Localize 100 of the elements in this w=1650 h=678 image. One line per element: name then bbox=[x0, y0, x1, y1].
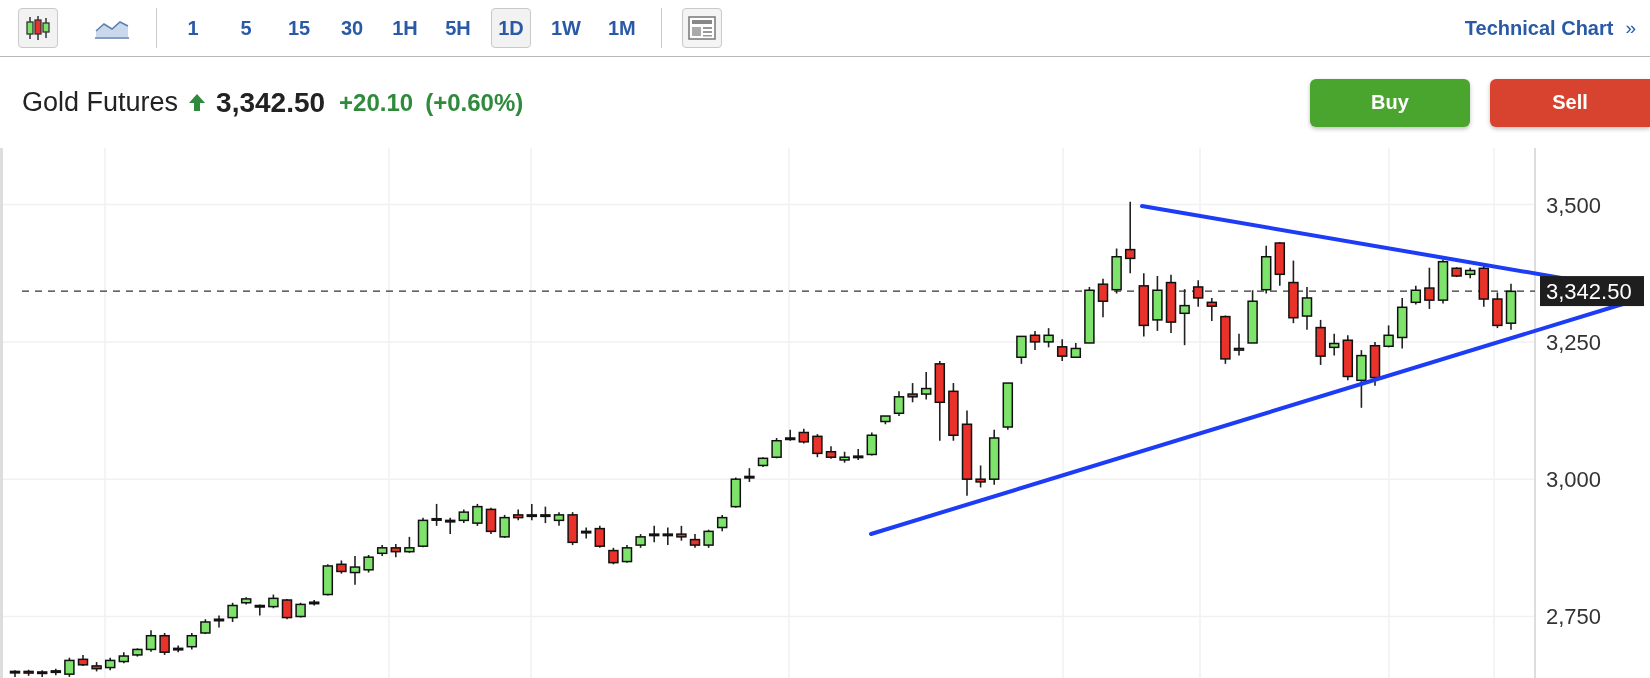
candlestick bbox=[91, 661, 102, 673]
candlestick bbox=[472, 503, 483, 527]
candlestick bbox=[1029, 330, 1041, 351]
candlestick bbox=[866, 431, 878, 457]
candlestick bbox=[975, 464, 986, 489]
candlestick bbox=[540, 505, 551, 524]
price-change: +20.10 bbox=[339, 88, 414, 117]
candlestick bbox=[1206, 297, 1218, 322]
candlestick bbox=[444, 516, 456, 535]
candlestick bbox=[404, 536, 415, 554]
candlestick bbox=[9, 669, 21, 678]
candlestick bbox=[1274, 241, 1286, 287]
candlestick bbox=[1369, 341, 1381, 387]
up-arrow-icon bbox=[188, 92, 207, 113]
candlestick bbox=[77, 654, 89, 667]
candlestick bbox=[485, 506, 497, 535]
candlestick bbox=[240, 596, 252, 606]
candlestick bbox=[798, 427, 810, 445]
candlestick bbox=[349, 555, 361, 586]
candlestick bbox=[988, 428, 1000, 486]
candlestick bbox=[1396, 297, 1408, 350]
candlestick bbox=[839, 450, 850, 464]
candlestick bbox=[322, 563, 334, 597]
candlestick bbox=[1301, 286, 1313, 331]
candlestick bbox=[431, 503, 442, 527]
price-tag: 3,342.50 bbox=[1540, 276, 1644, 307]
candlestick bbox=[1505, 282, 1517, 331]
candlestick bbox=[64, 656, 75, 678]
candlestick bbox=[716, 514, 728, 533]
candlestick bbox=[376, 544, 388, 557]
candlestick bbox=[254, 603, 266, 617]
candlestick bbox=[1247, 289, 1258, 344]
candlestick bbox=[295, 601, 306, 619]
candlestick bbox=[390, 543, 402, 558]
candlestick bbox=[703, 528, 714, 549]
candlestick bbox=[757, 456, 769, 468]
candlestick bbox=[1288, 259, 1299, 324]
candlestick bbox=[36, 669, 48, 678]
candlestick bbox=[268, 593, 279, 610]
candlestick bbox=[1043, 327, 1054, 349]
candlestick bbox=[104, 656, 116, 672]
candlestick bbox=[1328, 332, 1340, 357]
instrument-name: Gold Futures bbox=[22, 87, 179, 118]
candlestick bbox=[812, 433, 823, 458]
candlestick bbox=[744, 467, 755, 483]
candlestick bbox=[1437, 258, 1449, 305]
candlestick bbox=[512, 508, 524, 522]
axis-label: 3,000 bbox=[1546, 467, 1602, 493]
percent-change: (+0.60%) bbox=[425, 88, 524, 117]
layout-button[interactable] bbox=[681, 8, 722, 48]
candlestick bbox=[363, 554, 374, 574]
candlestick-icon bbox=[25, 14, 51, 42]
candlestick bbox=[1179, 288, 1190, 346]
candlestick bbox=[920, 371, 932, 401]
candlestick bbox=[227, 601, 238, 623]
candlestick bbox=[1356, 349, 1367, 409]
candlestick bbox=[1192, 279, 1204, 308]
candlestick bbox=[662, 526, 674, 546]
candlestick bbox=[1220, 314, 1231, 365]
candlestick bbox=[23, 668, 34, 677]
candlestick bbox=[1016, 335, 1027, 365]
candlestick bbox=[1233, 332, 1245, 357]
candlestick bbox=[594, 525, 606, 549]
chart-type-button[interactable] bbox=[18, 8, 58, 48]
candlestick bbox=[1056, 338, 1068, 362]
sell-button[interactable]: Sell bbox=[1490, 78, 1650, 127]
candlestick bbox=[172, 644, 184, 653]
layout-icon bbox=[687, 16, 716, 40]
candlestick bbox=[458, 508, 470, 524]
technical-chart-link[interactable]: Technical Chart » bbox=[1464, 16, 1636, 40]
axis-label: 2,750 bbox=[1546, 604, 1602, 630]
interval-tab[interactable]: 1D bbox=[491, 8, 531, 48]
candlestick bbox=[159, 632, 170, 656]
axis-label: 3,250 bbox=[1546, 329, 1602, 355]
candlestick bbox=[1342, 334, 1354, 382]
candlestick bbox=[1464, 266, 1476, 279]
candlestick bbox=[526, 503, 538, 522]
axis-label: 3,500 bbox=[1546, 192, 1602, 218]
candlestick bbox=[771, 437, 782, 460]
candlestick bbox=[1070, 342, 1082, 359]
candlestick bbox=[50, 667, 62, 677]
candlestick bbox=[417, 516, 429, 549]
candlestick bbox=[553, 511, 565, 527]
candlestick bbox=[336, 559, 347, 575]
candlestick bbox=[825, 445, 837, 460]
candlestick bbox=[907, 382, 918, 404]
candlestick bbox=[1152, 275, 1163, 332]
candlestick bbox=[893, 390, 905, 417]
candlestick bbox=[1138, 272, 1150, 338]
candlestick bbox=[132, 647, 143, 658]
candlestick bbox=[948, 382, 959, 442]
candlestick bbox=[1165, 274, 1177, 334]
candlestick bbox=[635, 533, 646, 549]
candlestick bbox=[608, 547, 619, 566]
candlestick bbox=[852, 448, 864, 461]
candlestick bbox=[1478, 265, 1490, 308]
candlestick bbox=[118, 651, 130, 664]
candlestick bbox=[186, 632, 198, 651]
candlestick bbox=[1002, 382, 1014, 431]
candlestick bbox=[1424, 266, 1435, 310]
